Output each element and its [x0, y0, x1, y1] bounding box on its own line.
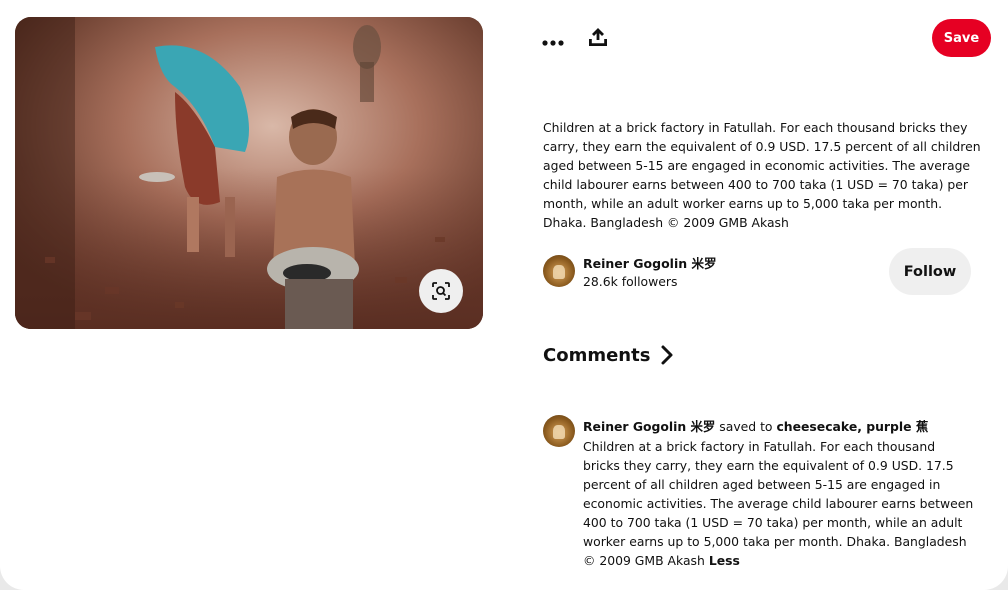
share-icon [587, 26, 609, 52]
author-avatar[interactable] [543, 255, 575, 287]
save-button[interactable]: Save [932, 19, 991, 57]
comment-avatar[interactable] [543, 415, 575, 447]
follower-count: 28.6k followers [583, 274, 678, 289]
chevron-right-icon[interactable] [658, 344, 676, 366]
author-name[interactable]: Reiner Gogolin 米罗 [583, 253, 716, 272]
comment-text: Children at a brick factory in Fatullah.… [583, 437, 975, 570]
pin-description: Children at a brick factory in Fatullah.… [543, 120, 981, 230]
more-horizontal-icon [542, 31, 564, 50]
less-link[interactable]: Less [709, 553, 740, 568]
comment-action-text: saved to [715, 419, 777, 434]
more-options-button[interactable] [537, 24, 569, 56]
visual-search-icon [431, 281, 451, 301]
visual-search-button[interactable] [419, 269, 463, 313]
comments-heading[interactable]: Comments [543, 345, 650, 366]
comment-activity: Reiner Gogolin 米罗 saved to cheesecake, p… [583, 417, 928, 435]
comment-board-link[interactable]: cheesecake, purple 蕉 [776, 419, 928, 434]
follow-button[interactable]: Follow [889, 248, 971, 295]
pin-closeup-card: Save Children at a brick factory in Fatu… [0, 0, 1008, 590]
comment-description: Children at a brick factory in Fatullah.… [583, 439, 974, 568]
comment-user-link[interactable]: Reiner Gogolin 米罗 [583, 419, 715, 434]
share-button[interactable] [583, 24, 613, 54]
pin-image[interactable] [15, 17, 483, 329]
pin-photo [15, 17, 483, 329]
